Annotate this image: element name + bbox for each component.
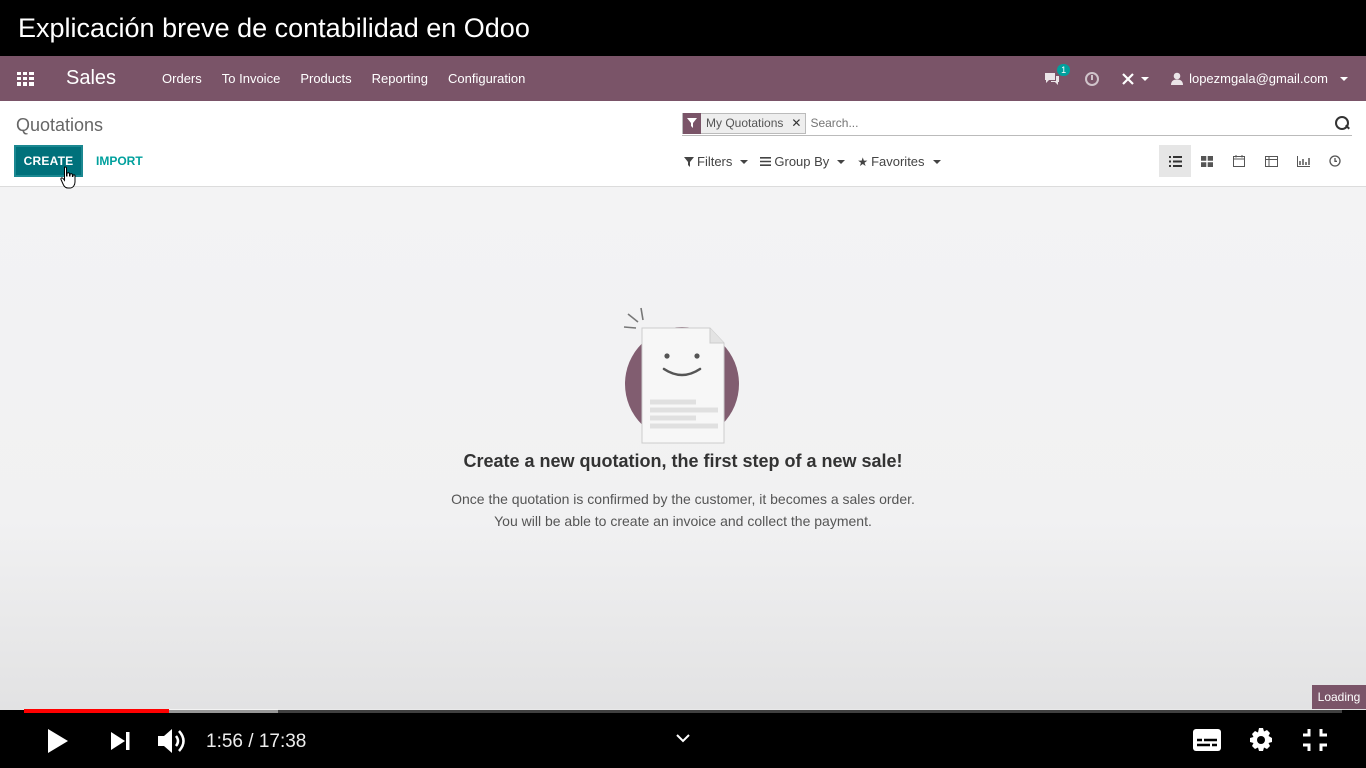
- calendar-view-icon[interactable]: [1223, 145, 1255, 177]
- main-menu: Orders To Invoice Products Reporting Con…: [162, 71, 525, 86]
- filter-facet-icon: [683, 112, 701, 134]
- menu-item-reporting[interactable]: Reporting: [372, 71, 428, 86]
- view-switcher: [1159, 145, 1351, 177]
- chevron-down-icon: [740, 159, 749, 164]
- menu-item-products[interactable]: Products: [300, 71, 351, 86]
- next-icon[interactable]: [110, 731, 132, 756]
- app-name[interactable]: Sales: [66, 67, 116, 90]
- empty-state-description: Once the quotation is confirmed by the c…: [0, 488, 1366, 532]
- play-icon[interactable]: [46, 728, 70, 759]
- chevron-down-icon: [1340, 76, 1348, 81]
- chat-icon[interactable]: 1: [1043, 63, 1071, 87]
- video-player: Explicación breve de contabilidad en Odo…: [0, 0, 1366, 768]
- user-icon: [1171, 72, 1184, 85]
- filter-icon: [684, 156, 694, 167]
- video-title: Explicación breve de contabilidad en Odo…: [0, 0, 1366, 56]
- favorites-label: Favorites: [871, 154, 925, 169]
- apps-menu-icon[interactable]: [0, 56, 50, 101]
- user-menu[interactable]: lopezmgala@gmail.com: [1171, 71, 1348, 86]
- filters-dropdown[interactable]: Filters: [684, 154, 749, 169]
- time-display: 1:56 / 17:38: [206, 731, 307, 752]
- search-input[interactable]: [810, 116, 1334, 130]
- facet-label: My Quotations: [706, 116, 784, 130]
- facet-remove-icon[interactable]: ✕: [787, 116, 805, 130]
- menu-item-orders[interactable]: Orders: [162, 71, 202, 86]
- settings-gear-icon[interactable]: [1248, 727, 1274, 758]
- star-icon: ★: [857, 154, 869, 169]
- kanban-view-icon[interactable]: [1191, 145, 1223, 177]
- menu-item-configuration[interactable]: Configuration: [448, 71, 525, 86]
- chat-badge: 1: [1057, 63, 1071, 76]
- list-view-icon[interactable]: [1159, 145, 1191, 177]
- chevron-down-icon[interactable]: [676, 731, 690, 749]
- search-icon[interactable]: [1334, 115, 1350, 131]
- activity-view-icon[interactable]: [1319, 145, 1351, 177]
- graph-view-icon[interactable]: [1287, 145, 1319, 177]
- breadcrumb[interactable]: Quotations: [16, 115, 103, 136]
- chevron-down-icon: [932, 159, 941, 164]
- top-navbar: Sales Orders To Invoice Products Reporti…: [0, 56, 1366, 101]
- hand-cursor-icon: [60, 166, 76, 189]
- empty-state-title: Create a new quotation, the first step o…: [463, 451, 903, 471]
- import-button[interactable]: IMPORT: [96, 154, 143, 168]
- search-options: Filters Group By ★ Favorites: [684, 154, 941, 169]
- player-controls: 1:56 / 17:38: [0, 713, 1366, 768]
- loading-label: Loading: [1312, 685, 1366, 709]
- smiling-document-icon: [623, 307, 739, 444]
- debug-tools-icon[interactable]: [1121, 72, 1150, 86]
- filters-label: Filters: [697, 154, 733, 169]
- menu-item-to-invoice[interactable]: To Invoice: [222, 71, 281, 86]
- group-by-label: Group By: [774, 154, 830, 169]
- favorites-dropdown[interactable]: ★ Favorites: [857, 154, 941, 169]
- subtitles-icon[interactable]: [1193, 729, 1221, 756]
- empty-state-line: Once the quotation is confirmed by the c…: [451, 491, 915, 507]
- pivot-view-icon[interactable]: [1255, 145, 1287, 177]
- volume-icon[interactable]: [157, 727, 189, 760]
- main-content: Quotations My Quotations ✕ CREATE IMPORT: [0, 101, 1366, 710]
- empty-state-line: You will be able to create an invoice an…: [494, 513, 872, 529]
- chevron-down-icon: [837, 159, 846, 164]
- search-facet: My Quotations ✕: [682, 112, 807, 134]
- user-email: lopezmgala@gmail.com: [1189, 71, 1328, 86]
- search-bar: My Quotations ✕: [682, 111, 1352, 136]
- exit-fullscreen-icon[interactable]: [1302, 728, 1328, 757]
- activity-clock-icon[interactable]: [1085, 71, 1100, 86]
- control-panel: Quotations My Quotations ✕ CREATE IMPORT: [0, 101, 1366, 189]
- group-by-dropdown[interactable]: Group By: [760, 154, 846, 169]
- list-icon: [760, 157, 772, 166]
